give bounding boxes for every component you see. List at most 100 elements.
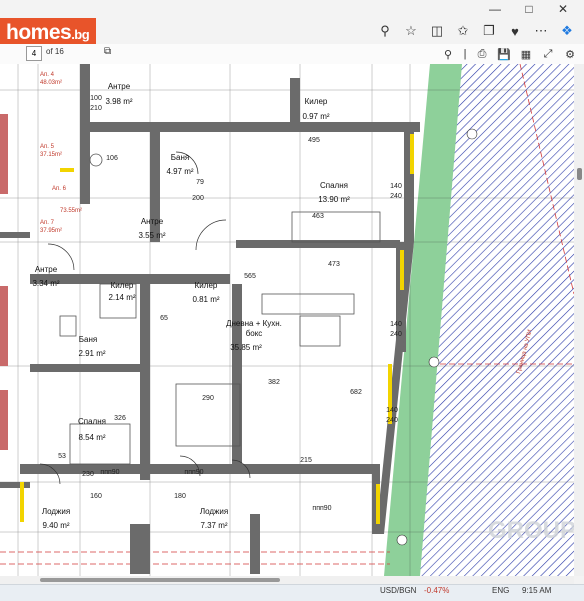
minimize-icon[interactable]: — — [478, 0, 512, 18]
dimension-label: 240 — [386, 417, 398, 424]
settings-icon[interactable]: ⚙ — [560, 45, 580, 63]
room-label: бокс — [246, 329, 263, 338]
dimension-label: 140 — [390, 321, 402, 328]
collections-icon[interactable]: ❐ — [478, 20, 500, 42]
dimension-label: 240 — [390, 331, 402, 338]
browser-essentials-icon[interactable]: ♥ — [504, 20, 526, 42]
window-controls: — □ ✕ — [478, 0, 580, 18]
dimension-label: 140 — [386, 407, 398, 414]
horizontal-scroll-thumb[interactable] — [40, 578, 280, 582]
apartment-area: 48.03m² — [40, 80, 62, 86]
dimension-label: 682 — [350, 389, 362, 396]
apartment-label: Ап. 7 — [40, 220, 55, 226]
room-area: 7.37 m² — [200, 521, 227, 530]
dimension-label: 140 — [390, 183, 402, 190]
dimension-label: 495 — [308, 137, 320, 144]
dimension-label: 79 — [196, 179, 204, 186]
dimension-label: 65 — [160, 315, 168, 322]
print-icon[interactable]: ⎙ — [472, 45, 492, 63]
apartment-area: 37.95m² — [40, 228, 62, 234]
logo-tld: .bg — [71, 27, 90, 42]
room-label: Килер — [111, 281, 134, 290]
search-icon[interactable]: ⚲ — [438, 45, 458, 63]
apartment-label: Ап. 6 — [52, 186, 67, 192]
dimension-label: 473 — [328, 261, 340, 268]
opening-label: ппп90 — [100, 469, 119, 476]
dimension-label: 160 — [90, 493, 102, 500]
close-icon[interactable]: ✕ — [546, 0, 580, 18]
browser-toolbar: ⚲ ☆ ◫ ✩ ❐ ♥ ⋯ ❖ — [374, 20, 584, 42]
divider: | — [463, 48, 467, 60]
room-label: Антре — [141, 217, 164, 226]
pdf-viewer[interactable]: Антре 3.98 m² Килер 0.97 m² Баня 4.97 m²… — [0, 64, 574, 576]
vertical-scroll-thumb[interactable] — [577, 168, 582, 180]
save-as-icon[interactable]: ▦ — [516, 45, 536, 63]
apartment-label: Ап. 5 — [40, 144, 55, 150]
pdf-toolbar-right: ⚲ | ⎙ 💾 ▦ ⤢ ⚙ — [438, 45, 580, 63]
page-total-label: of 16 — [46, 47, 64, 56]
room-label: Килер — [195, 281, 218, 290]
room-label: Лоджия — [200, 507, 228, 516]
room-area: 9.40 m² — [42, 521, 69, 530]
room-area: 0.97 m² — [302, 112, 329, 121]
restore-icon[interactable]: □ — [512, 0, 546, 18]
room-label: Антре — [35, 265, 58, 274]
room-area: 13.90 m² — [318, 195, 350, 204]
logo-text: homes — [6, 21, 72, 44]
room-area: 2.91 m² — [78, 349, 105, 358]
dimension-label: 100 — [90, 95, 102, 102]
room-label: Антре — [108, 82, 131, 91]
opening-label: ппп90 — [312, 505, 331, 512]
page-view-icon[interactable]: ⧉ — [104, 46, 111, 57]
more-icon[interactable]: ⋯ — [530, 20, 552, 42]
clock[interactable]: 9:15 AM — [522, 586, 551, 595]
room-label: Спалня — [320, 181, 348, 190]
page-number-input[interactable]: 4 — [26, 46, 42, 61]
language-indicator[interactable]: ENG — [492, 586, 509, 595]
zoom-icon[interactable]: ⚲ — [374, 20, 396, 42]
split-screen-icon[interactable]: ◫ — [426, 20, 448, 42]
dimension-label: 326 — [114, 415, 126, 422]
fullscreen-icon[interactable]: ⤢ — [538, 45, 558, 63]
room-area: 3.34 m² — [32, 279, 59, 288]
dimension-label: 382 — [268, 379, 280, 386]
room-label: Лоджия — [42, 507, 70, 516]
room-label: Баня — [171, 153, 189, 162]
floor-plan: Антре 3.98 m² Килер 0.97 m² Баня 4.97 m²… — [0, 64, 574, 576]
room-area: 2.14 m² — [108, 293, 135, 302]
stock-ticker-change: -0.47% — [424, 586, 450, 595]
room-area: 3.55 m² — [138, 231, 165, 240]
dimension-label: 215 — [300, 457, 312, 464]
vertical-scrollbar[interactable] — [574, 64, 584, 576]
opening-label: ппп90 — [184, 469, 203, 476]
room-area: 3.98 m² — [105, 97, 132, 106]
dimension-label: 240 — [390, 193, 402, 200]
room-label: Баня — [79, 335, 97, 344]
dimension-label: 210 — [90, 105, 102, 112]
stock-ticker-label[interactable]: USD/BGN — [380, 586, 416, 595]
favorite-icon[interactable]: ☆ — [400, 20, 422, 42]
room-area: 4.97 m² — [166, 167, 193, 176]
dimension-label: 290 — [202, 395, 214, 402]
dimension-label: 180 — [174, 493, 186, 500]
save-icon[interactable]: 💾 — [494, 45, 514, 63]
apartment-label: Ап. 4 — [40, 72, 55, 78]
favorites-icon[interactable]: ✩ — [452, 20, 474, 42]
watermark: GROUP — [488, 517, 574, 544]
room-label: Спалня — [78, 417, 106, 426]
copilot-icon[interactable]: ❖ — [556, 20, 578, 42]
room-area: 8.54 m² — [78, 433, 105, 442]
dimension-label: 565 — [244, 273, 256, 280]
room-label: Дневна + Кухн. — [226, 319, 282, 328]
room-label: Килер — [305, 97, 328, 106]
room-area: 0.81 m² — [192, 295, 219, 304]
dimension-label: 230 — [82, 471, 94, 478]
apartment-area: 37.15m² — [40, 152, 62, 158]
dimension-label: 200 — [192, 195, 204, 202]
browser-titlebar: — □ ✕ — [0, 0, 584, 20]
dimension-label: 106 — [106, 155, 118, 162]
room-area: 35.85 m² — [230, 343, 262, 352]
dimension-label: 463 — [312, 213, 324, 220]
apartment-area: 73.55m² — [60, 208, 82, 214]
dimension-label: 53 — [58, 453, 66, 460]
